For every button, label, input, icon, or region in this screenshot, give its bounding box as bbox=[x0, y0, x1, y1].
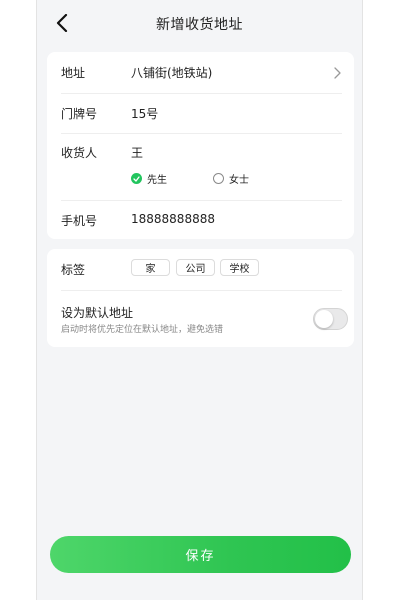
tag-home[interactable]: 家 bbox=[131, 259, 170, 276]
divider bbox=[61, 290, 342, 291]
address-row[interactable]: 地址 八铺街(地铁站) bbox=[61, 64, 342, 84]
address-label: 地址 bbox=[61, 66, 86, 80]
page-title: 新增收货地址 bbox=[156, 17, 243, 33]
default-address-subtitle: 启动时将优先定位在默认地址，避免选错 bbox=[61, 325, 224, 335]
divider bbox=[61, 93, 342, 94]
gender-option-ms[interactable]: 女士 bbox=[213, 171, 249, 186]
phone-row: 手机号 18888888888 bbox=[61, 212, 342, 232]
settings-card: 标签 家 公司 学校 设为默认地址 启动时将优先定位在默认地址，避免选错 bbox=[47, 249, 354, 347]
gender-option-mr[interactable]: 先生 bbox=[131, 171, 167, 186]
gender-option-label: 女士 bbox=[229, 175, 249, 186]
app-screen: 新增收货地址 地址 八铺街(地铁站) 门牌号 15号 收货人 王 先生 女士 手… bbox=[36, 0, 363, 600]
door-number-field[interactable]: 15号 bbox=[131, 105, 158, 122]
phone-field[interactable]: 18888888888 bbox=[131, 212, 215, 226]
tag-company[interactable]: 公司 bbox=[176, 259, 215, 276]
radio-empty-icon bbox=[213, 173, 224, 184]
gender-option-label: 先生 bbox=[147, 175, 167, 186]
door-number-label: 门牌号 bbox=[61, 107, 98, 121]
door-number-row: 门牌号 15号 bbox=[61, 105, 342, 125]
divider bbox=[61, 200, 342, 201]
phone-label: 手机号 bbox=[61, 214, 98, 228]
chevron-right-icon bbox=[334, 67, 341, 79]
default-address-title: 设为默认地址 bbox=[61, 306, 134, 320]
address-form-card: 地址 八铺街(地铁站) 门牌号 15号 收货人 王 先生 女士 手机号 1888… bbox=[47, 52, 354, 239]
save-button[interactable]: 保存 bbox=[50, 536, 351, 573]
check-circle-icon bbox=[131, 173, 142, 184]
navigation-bar: 新增收货地址 bbox=[37, 0, 362, 50]
default-address-toggle[interactable] bbox=[313, 308, 348, 330]
tags-label: 标签 bbox=[61, 263, 86, 277]
toggle-knob bbox=[315, 310, 333, 328]
recipient-row: 收货人 王 先生 女士 bbox=[61, 144, 342, 194]
recipient-label: 收货人 bbox=[61, 146, 98, 160]
recipient-name-field[interactable]: 王 bbox=[131, 144, 143, 161]
address-value: 八铺街(地铁站) bbox=[131, 66, 213, 80]
tag-school[interactable]: 学校 bbox=[220, 259, 259, 276]
divider bbox=[61, 133, 342, 134]
